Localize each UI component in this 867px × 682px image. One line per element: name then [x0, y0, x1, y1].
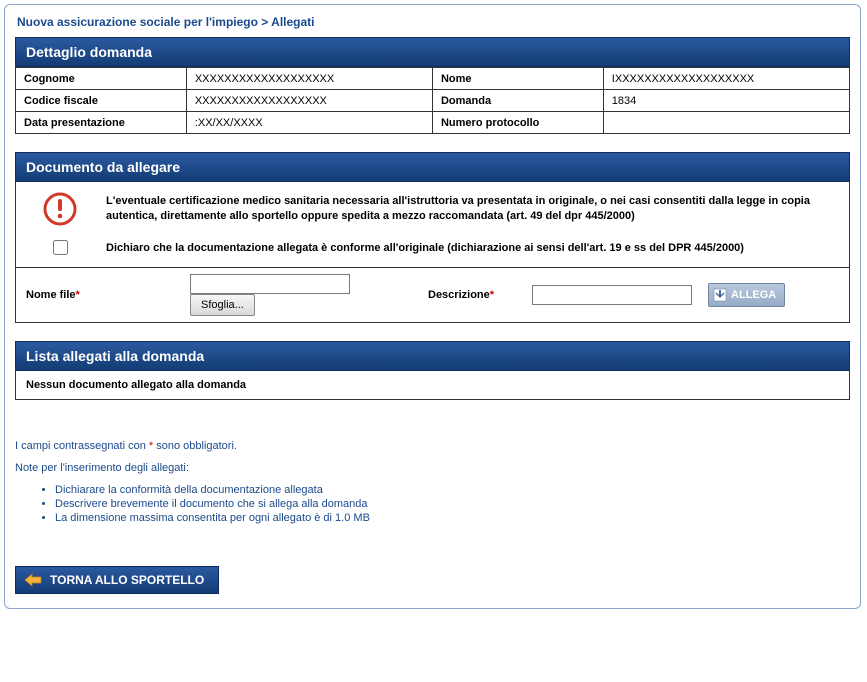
declare-checkbox-cell	[30, 240, 90, 255]
table-row: Codice fiscale XXXXXXXXXXXXXXXXXX Domand…	[16, 90, 850, 112]
label-domanda: Domanda	[432, 90, 603, 112]
list-empty-text: Nessun documento allegato alla domanda	[26, 379, 246, 391]
back-arrow-icon	[24, 573, 42, 587]
mandatory-suffix: sono obbligatori.	[153, 440, 237, 452]
attach-panel: L'eventuale certificazione medico sanita…	[15, 182, 850, 323]
table-row: Data presentazione :XX/XX/XXXX Numero pr…	[16, 112, 850, 134]
declare-checkbox[interactable]	[53, 240, 68, 255]
declare-text: Dichiaro che la documentazione allegata …	[106, 242, 835, 254]
value-data-presentazione: :XX/XX/XXXX	[186, 112, 432, 134]
warning-text: L'eventuale certificazione medico sanita…	[106, 194, 835, 224]
desc-label-cell: Descrizione*	[416, 289, 526, 301]
breadcrumb: Nuova assicurazione sociale per l'impieg…	[15, 11, 850, 37]
mandatory-prefix: I campi contrassegnati con	[15, 440, 149, 452]
value-codice-fiscale: XXXXXXXXXXXXXXXXXX	[186, 90, 432, 112]
notes-item: Dichiarare la conformità della documenta…	[55, 484, 850, 496]
notes-title: Note per l'inserimento degli allegati:	[15, 462, 850, 474]
desc-input-cell	[532, 285, 702, 305]
detail-table: Cognome XXXXXXXXXXXXXXXXXXX Nome IXXXXXX…	[15, 67, 850, 134]
label-nome: Nome	[432, 68, 603, 90]
warning-icon-cell	[30, 192, 90, 226]
notes-item: La dimensione massima consentita per ogn…	[55, 512, 850, 524]
detail-section-header: Dettaglio domanda	[15, 37, 850, 67]
mandatory-note: I campi contrassegnati con * sono obblig…	[15, 440, 850, 452]
warning-row: L'eventuale certificazione medico sanita…	[16, 182, 849, 236]
list-section: Lista allegati alla domanda Nessun docum…	[15, 341, 850, 400]
declare-row: Dichiaro che la documentazione allegata …	[16, 236, 849, 267]
value-domanda: 1834	[603, 90, 849, 112]
allega-button-cell: ALLEGA	[708, 283, 785, 307]
detail-section: Dettaglio domanda Cognome XXXXXXXXXXXXXX…	[15, 37, 850, 134]
attach-section: Documento da allegare L'eventuale certif…	[15, 152, 850, 323]
value-cognome: XXXXXXXXXXXXXXXXXXX	[186, 68, 432, 90]
attach-section-header: Documento da allegare	[15, 152, 850, 182]
description-input[interactable]	[532, 285, 692, 305]
allega-button[interactable]: ALLEGA	[708, 283, 785, 307]
list-body: Nessun documento allegato alla domanda	[15, 371, 850, 400]
notes-item: Descrivere brevemente il documento che s…	[55, 498, 850, 510]
file-name-input[interactable]	[190, 274, 350, 294]
required-marker: *	[76, 289, 80, 301]
table-row: Cognome XXXXXXXXXXXXXXXXXXX Nome IXXXXXX…	[16, 68, 850, 90]
file-label: Nome file	[26, 289, 76, 301]
desc-label: Descrizione	[428, 289, 490, 301]
page-frame: Nuova assicurazione sociale per l'impieg…	[4, 4, 861, 609]
warning-icon	[43, 192, 77, 226]
list-section-header: Lista allegati alla domanda	[15, 341, 850, 371]
back-button[interactable]: TORNA ALLO SPORTELLO	[15, 566, 219, 594]
label-numero-protocollo: Numero protocollo	[432, 112, 603, 134]
notes-list: Dichiarare la conformità della documenta…	[15, 484, 850, 524]
allega-button-label: ALLEGA	[731, 289, 776, 301]
breadcrumb-root[interactable]: Nuova assicurazione sociale per l'impieg…	[17, 15, 258, 29]
file-row: Nome file* Sfoglia... Descrizione*	[16, 267, 849, 322]
file-input-cell: Sfoglia...	[190, 274, 410, 316]
required-marker: *	[490, 289, 494, 301]
notes: I campi contrassegnati con * sono obblig…	[15, 440, 850, 524]
value-nome: IXXXXXXXXXXXXXXXXXXX	[603, 68, 849, 90]
label-codice-fiscale: Codice fiscale	[16, 90, 187, 112]
value-numero-protocollo	[603, 112, 849, 134]
breadcrumb-current: Allegati	[271, 15, 314, 29]
label-cognome: Cognome	[16, 68, 187, 90]
back-button-label: TORNA ALLO SPORTELLO	[50, 573, 204, 587]
label-data-presentazione: Data presentazione	[16, 112, 187, 134]
browse-button[interactable]: Sfoglia...	[190, 294, 255, 316]
file-label-cell: Nome file*	[24, 289, 184, 301]
breadcrumb-sep: >	[258, 15, 271, 29]
attach-icon	[713, 288, 727, 302]
